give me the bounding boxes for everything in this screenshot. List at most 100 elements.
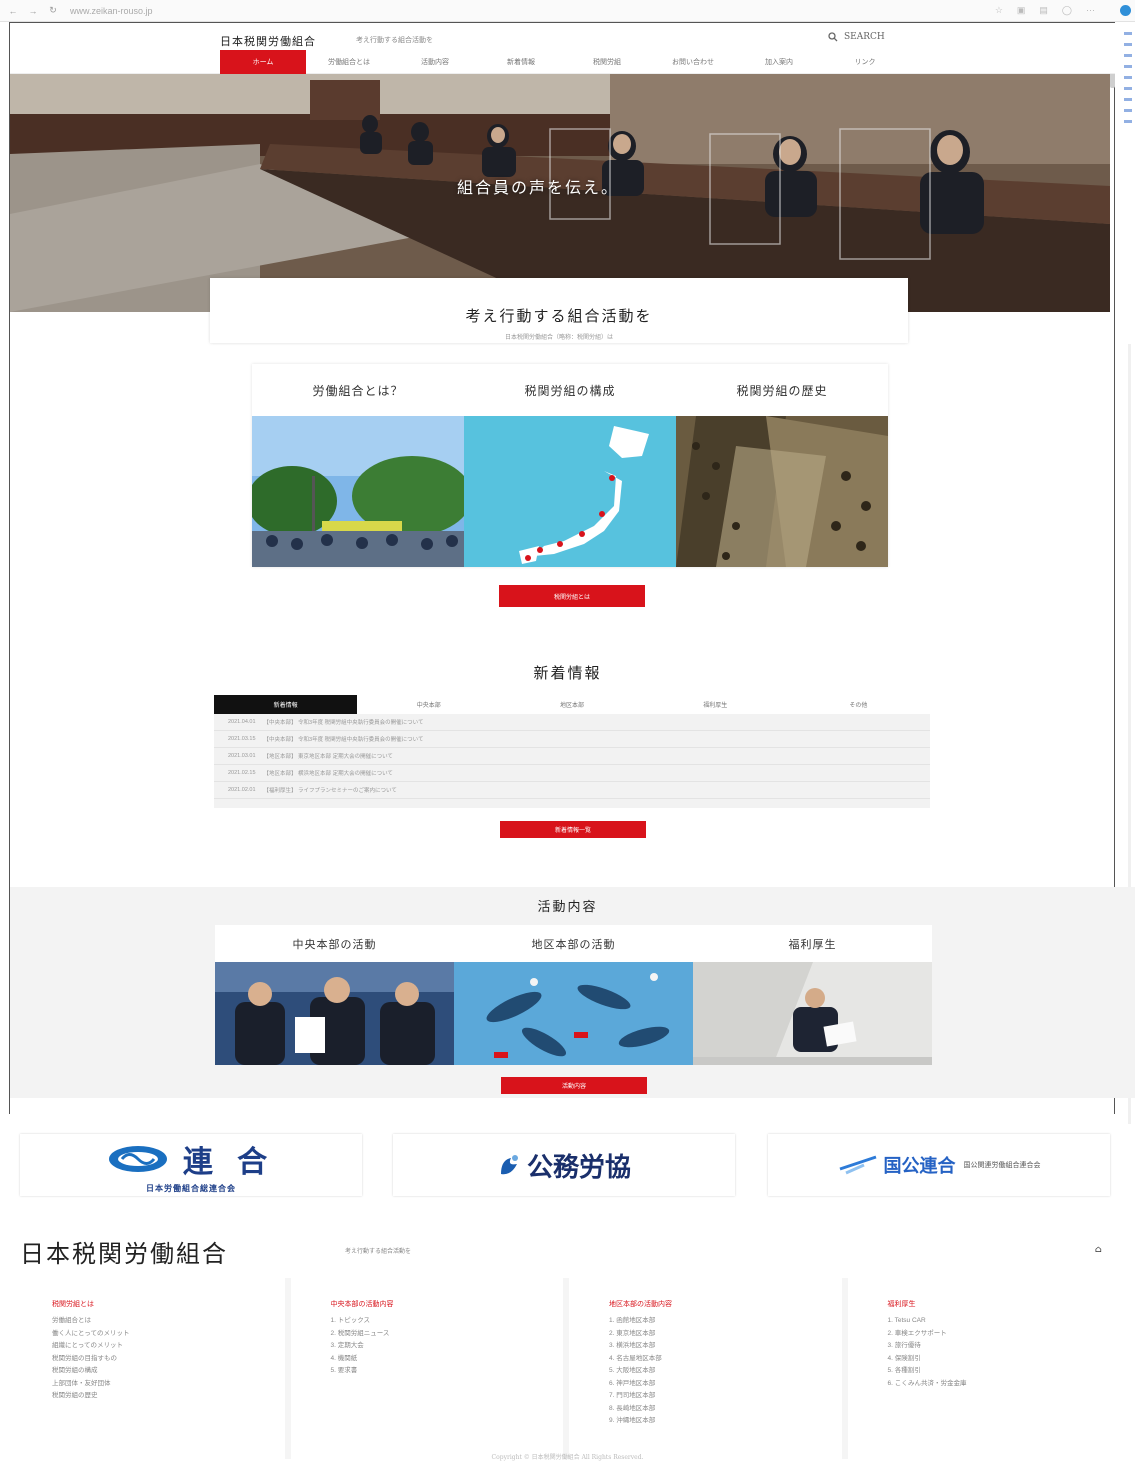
footer-title: 日本税関労働組合 <box>20 1240 228 1268</box>
footer-column-heading[interactable]: 中央本部の活動内容 <box>331 1299 564 1309</box>
news-heading: 新着情報 <box>533 664 602 682</box>
kokko-logo-icon <box>839 1155 876 1175</box>
nav-item[interactable]: お問い合わせ <box>650 50 736 74</box>
profile-icon[interactable]: ◯ <box>1062 5 1072 16</box>
card-title: 福利厚生 <box>788 937 837 951</box>
news-row[interactable]: 2021.02.01 【福利厚生】 ライフプランセミナーのご案内について <box>214 782 930 799</box>
card-union-history[interactable]: 税関労組の歴史 <box>676 364 888 567</box>
activity-more-button[interactable]: 活動内容 <box>501 1077 647 1094</box>
footer-link[interactable]: 労働組合とは <box>52 1315 285 1328</box>
copyright: Copyright © 日本税関労働組合 All Rights Reserved… <box>491 1454 644 1461</box>
footer-link[interactable]: 5. 各種割引 <box>888 1365 1121 1378</box>
footer-link[interactable]: 9. 沖縄地区本部 <box>609 1415 842 1428</box>
activity-heading: 活動内容 <box>537 900 598 915</box>
card-central-activity[interactable]: 中央本部の活動 <box>215 925 454 1065</box>
footer-link[interactable]: 8. 長崎地区本部 <box>609 1403 842 1416</box>
forward-icon[interactable]: → <box>26 6 40 16</box>
nav-item[interactable]: 加入案内 <box>736 50 822 74</box>
news-tab[interactable]: 中央本部 <box>357 695 501 714</box>
footer-link[interactable]: 税関労組の目指すもの <box>52 1353 285 1366</box>
partner-banners: 連 合 日本労働組合総連合会 公務労協 国公連合 国公関連労働組合連合会 <box>20 1134 1110 1196</box>
footer-link[interactable]: 6. こくみん共済・労金金庫 <box>888 1378 1121 1391</box>
about-more-button[interactable]: 税関労組とは <box>499 585 645 607</box>
nav-item[interactable]: リンク <box>822 50 908 74</box>
footer-link[interactable]: 3. 定期大会 <box>331 1340 564 1353</box>
footer-link[interactable]: 5. 大阪地区本部 <box>609 1365 842 1378</box>
footer-column: 税関労組とは 労働組合とは 働く人にとってのメリット 組織にとってのメリット 税関労組の… <box>12 1278 285 1459</box>
komu-logo-icon <box>500 1155 518 1175</box>
edge-sidebar-icon[interactable] <box>1120 5 1131 16</box>
about-cards: 労働組合とは？ 税関労組の構成 税関労組の歴史 <box>252 364 888 567</box>
footer-link[interactable]: 1. Tetsu CAR <box>888 1315 1121 1328</box>
news-list: 2021.04.01 【中央本部】 令和3年度 税関労組中央執行委員会の開催につい… <box>214 714 930 799</box>
footer-link[interactable]: 7. 門司地区本部 <box>609 1390 842 1403</box>
rengo-banner[interactable]: 連 合 日本労働組合総連合会 <box>20 1134 362 1196</box>
back-icon[interactable]: ← <box>6 6 20 16</box>
nav-item[interactable]: 新着情報 <box>478 50 564 74</box>
news-row[interactable]: 2021.03.01 【地区本部】 東京地区本部 定期大会の開催について <box>214 748 930 765</box>
footer-link[interactable]: 4. 保険割引 <box>888 1353 1121 1366</box>
bookmark-icon[interactable]: ☆ <box>995 5 1003 16</box>
footer-link[interactable]: 組織にとってのメリット <box>52 1340 285 1353</box>
footer-link[interactable]: 3. 横浜地区本部 <box>609 1340 842 1353</box>
news-row[interactable]: 2021.03.15 【中央本部】 令和3年度 税関労組中央執行委員会の開催につい… <box>214 731 930 748</box>
komu-banner[interactable]: 公務労協 <box>393 1134 735 1196</box>
kokko-name: 国公連合 <box>883 1156 956 1176</box>
news-tab[interactable]: その他 <box>786 695 931 714</box>
extension-icon[interactable]: ▣ <box>1017 5 1026 16</box>
rengo-logo-icon <box>108 1145 167 1172</box>
card-title: 労働組合とは？ <box>312 383 404 398</box>
footer-link[interactable]: 2. 車検エクサポート <box>888 1328 1121 1341</box>
footer-column-heading[interactable]: 福利厚生 <box>888 1299 1121 1309</box>
collection-icon[interactable]: ▤ <box>1039 5 1048 16</box>
news-tab[interactable]: 新着情報 <box>214 695 358 714</box>
main-nav: ホーム 労働組合とは 活動内容 新着情報 税関労組 お問い合わせ 加入案内 リンク <box>10 50 1115 74</box>
footer-link[interactable]: 2. 東京地区本部 <box>609 1328 842 1341</box>
kokko-banner[interactable]: 国公連合 国公関連労働組合連合会 <box>768 1134 1110 1196</box>
nav-item[interactable]: 労働組合とは <box>306 50 392 74</box>
browser-tools: ☆ ▣ ▤ ◯ ⋯ <box>995 5 1095 16</box>
site-tagline: 考え行動する組合活動を <box>356 36 433 44</box>
footer-column: 福利厚生 1. Tetsu CAR 2. 車検エクサポート 3. 旅行優待 4. 保険割… <box>847 1278 1121 1459</box>
settings-icon[interactable]: ⋯ <box>1086 5 1095 16</box>
nav-item[interactable]: ホーム <box>220 50 306 74</box>
footer-link[interactable]: 6. 神戸地区本部 <box>609 1378 842 1391</box>
footer-column-heading[interactable]: 税関労組とは <box>52 1299 285 1309</box>
card-union-about[interactable]: 労働組合とは？ <box>252 364 464 567</box>
search-box[interactable]: SEARCH <box>828 32 885 42</box>
reload-icon[interactable]: ↻ <box>46 5 60 16</box>
footer-link[interactable]: 1. 函館地区本部 <box>609 1315 842 1328</box>
card-title: 地区本部の活動 <box>531 937 616 951</box>
site-logo[interactable]: 日本税関労働組合 <box>220 33 316 49</box>
footer-link[interactable]: 上部団体・友好団体 <box>52 1378 285 1391</box>
news-tabs: 新着情報 中央本部 地区本部 福利厚生 その他 <box>214 695 931 714</box>
footer-link[interactable]: 税関労組の構成 <box>52 1365 285 1378</box>
card-union-structure[interactable]: 税関労組の構成 <box>464 364 676 567</box>
footer-link[interactable]: 5. 要求書 <box>331 1365 564 1378</box>
news-text: 【地区本部】 東京地区本部 定期大会の開催について <box>263 754 393 760</box>
address-bar[interactable]: www.zeikan-rouso.jp <box>70 6 153 16</box>
rally-photo <box>252 416 464 567</box>
central-photo <box>215 962 454 1065</box>
card-welfare[interactable]: 福利厚生 <box>693 925 932 1065</box>
footer-link[interactable]: 4. 機関紙 <box>331 1353 564 1366</box>
news-more-button[interactable]: 新着情報一覧 <box>500 821 646 838</box>
page-top-icon[interactable]: ⌂ <box>1095 1245 1102 1255</box>
footer-link[interactable]: 働く人にとってのメリット <box>52 1328 285 1341</box>
nav-item[interactable]: 活動内容 <box>392 50 478 74</box>
footer-column-heading[interactable]: 地区本部の活動内容 <box>609 1299 842 1309</box>
nav-item[interactable]: 税関労組 <box>564 50 650 74</box>
footer-link[interactable]: 2. 税関労組ニュース <box>331 1328 564 1341</box>
card-regional-activity[interactable]: 地区本部の活動 <box>454 925 693 1065</box>
news-tab[interactable]: 福利厚生 <box>643 695 787 714</box>
news-tab[interactable]: 地区本部 <box>500 695 644 714</box>
footer-link[interactable]: 3. 旅行優待 <box>888 1340 1121 1353</box>
news-date: 2021.03.15 <box>228 736 256 742</box>
footer-link[interactable]: 4. 名古屋地区本部 <box>609 1353 842 1366</box>
news-row[interactable]: 2021.02.15 【地区本部】 横浜地区本部 定期大会の開催について <box>214 765 930 782</box>
footer-link[interactable]: 1. トピックス <box>331 1315 564 1328</box>
footer-link[interactable]: 税関労組の歴史 <box>52 1390 285 1403</box>
news-text: 【福利厚生】 ライフプランセミナーのご案内について <box>263 788 397 794</box>
news-row[interactable]: 2021.04.01 【中央本部】 令和3年度 税関労組中央執行委員会の開催につい… <box>214 714 930 731</box>
kokko-sub: 国公関連労働組合連合会 <box>963 1162 1041 1169</box>
